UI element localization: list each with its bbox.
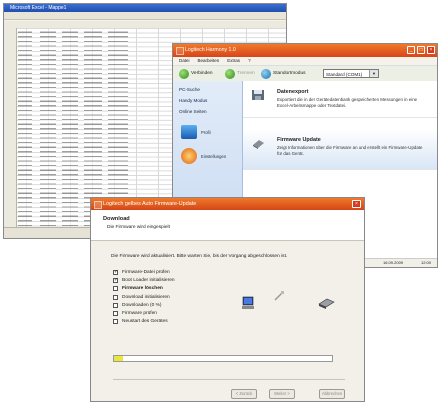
maximize-button[interactable]: □ xyxy=(417,46,425,54)
divider xyxy=(113,379,345,380)
disconnect-label: Trennen xyxy=(237,71,255,76)
disconnect-icon xyxy=(225,69,235,79)
step-label: Boot Loader initialisieren xyxy=(122,278,175,284)
checkbox-checked: ✓ xyxy=(113,277,119,284)
step-label: Firmware prüfen xyxy=(122,311,157,316)
profile-icon[interactable] xyxy=(181,125,197,139)
step-item: ✓ Boot Loader initialisieren xyxy=(113,277,175,284)
minimize-button[interactable]: _ xyxy=(407,46,415,54)
step-item: ✓ Firmware-Datei prüfen xyxy=(113,270,170,275)
row-title: Datenexport xyxy=(277,89,309,95)
list-item-export[interactable]: Datenexport Exportiert die in der Geräte… xyxy=(243,81,437,118)
dialog-icon xyxy=(94,201,102,209)
back-button[interactable]: < Zurück xyxy=(231,389,257,399)
menu-bar: Datei Bearbeiten Extras ? xyxy=(173,57,437,66)
step-label: Downloaden (0 %) xyxy=(122,302,162,308)
close-button[interactable]: × xyxy=(352,200,361,208)
globe-icon xyxy=(261,69,271,79)
progress-bar xyxy=(113,355,333,362)
dialog-header: Download Die Firmware wird eingespielt xyxy=(91,210,364,241)
device-icon xyxy=(318,298,335,309)
step-item: Firmware löschen xyxy=(113,286,163,292)
list-item-firmware-update[interactable]: Firmware Update Zeigt Informationen über… xyxy=(243,129,437,170)
step-item: Downloaden (0 %) xyxy=(113,302,162,308)
spreadsheet-toolbar xyxy=(4,12,286,20)
sidebar-sub-settings[interactable]: Einstellungen xyxy=(201,154,226,159)
checkbox-unchecked xyxy=(113,319,118,325)
step-item: Download initialisieren xyxy=(113,294,170,300)
device-icon xyxy=(253,140,264,149)
dialog-message: Die Firmware wird aktualisiert. Bitte wa… xyxy=(111,254,288,259)
dialog-subheading: Die Firmware wird eingespielt xyxy=(107,225,170,230)
row-description: Exportiert die in der Gerätedatenbank ge… xyxy=(277,97,418,108)
cancel-button[interactable]: Abbrechen xyxy=(319,389,345,399)
cable-icon xyxy=(274,291,284,301)
row-description: Zeigt Informationen über die Firmware an… xyxy=(277,145,423,156)
computer-icon xyxy=(242,296,254,309)
checkbox-unchecked xyxy=(113,294,118,300)
dialog-title: Logitech gelbes Auto Firmware-Update xyxy=(103,201,197,207)
sidebar-sub-profile[interactable]: Profil xyxy=(201,130,211,135)
step-label: Neustart des Gerätes xyxy=(122,319,168,325)
app-titlebar: Logitech Harmony 1.0 _ □ × xyxy=(173,44,437,57)
status-date: 16.09.2009 xyxy=(383,260,404,265)
connect-icon xyxy=(179,69,189,79)
menu-file[interactable]: Datei xyxy=(179,57,190,65)
connect-label: Verbinden xyxy=(191,71,213,76)
sidebar-item-handy-mode[interactable]: Handy Modus xyxy=(179,98,207,103)
dialog-heading: Download xyxy=(103,216,130,222)
connect-button[interactable]: Verbinden xyxy=(179,69,213,79)
checkbox-checked: ✓ xyxy=(113,269,119,275)
chevron-down-icon: ▼ xyxy=(369,70,378,77)
spreadsheet-title: Microsoft Excel - Mappe1 xyxy=(4,4,286,12)
menu-edit[interactable]: Bearbeiten xyxy=(198,57,220,65)
firmware-dialog: Logitech gelbes Auto Firmware-Update × D… xyxy=(90,197,365,402)
row-title: Firmware Update xyxy=(277,137,321,143)
status-time: 12:00 xyxy=(421,260,432,265)
checkbox-unchecked xyxy=(113,311,118,316)
row-header xyxy=(4,28,17,228)
step-item: Firmware prüfen xyxy=(113,311,157,316)
step-item: Neustart des Gerätes xyxy=(113,319,168,325)
app-icon xyxy=(176,47,184,55)
disconnect-button[interactable]: Trennen xyxy=(225,69,255,79)
checkbox-unchecked xyxy=(113,286,118,292)
step-label: Firmware löschen xyxy=(122,286,163,292)
next-button[interactable]: Weiter > xyxy=(269,389,295,399)
menu-help[interactable]: ? xyxy=(248,57,251,65)
status-label: Standortmodus xyxy=(273,71,306,76)
port-dropdown-value: Standard (COM1) xyxy=(326,72,363,77)
checkbox-unchecked xyxy=(113,302,118,308)
status-button[interactable]: Standortmodus xyxy=(261,69,306,79)
settings-icon[interactable] xyxy=(181,148,197,164)
close-button[interactable]: × xyxy=(427,46,435,54)
save-icon xyxy=(252,90,264,100)
dialog-titlebar: Logitech gelbes Auto Firmware-Update × xyxy=(91,198,364,210)
progress-fill xyxy=(114,356,123,361)
port-dropdown[interactable]: Standard (COM1) ▼ xyxy=(323,69,379,78)
app-title: Logitech Harmony 1.0 xyxy=(185,47,236,53)
sidebar-item-pc-search[interactable]: PC-Suche xyxy=(179,87,200,92)
step-label: Download initialisieren xyxy=(122,294,170,300)
menu-extras[interactable]: Extras xyxy=(227,57,240,65)
step-label: Firmware-Datei prüfen xyxy=(122,270,170,275)
sidebar-item-online[interactable]: Online Seiten xyxy=(179,109,207,114)
